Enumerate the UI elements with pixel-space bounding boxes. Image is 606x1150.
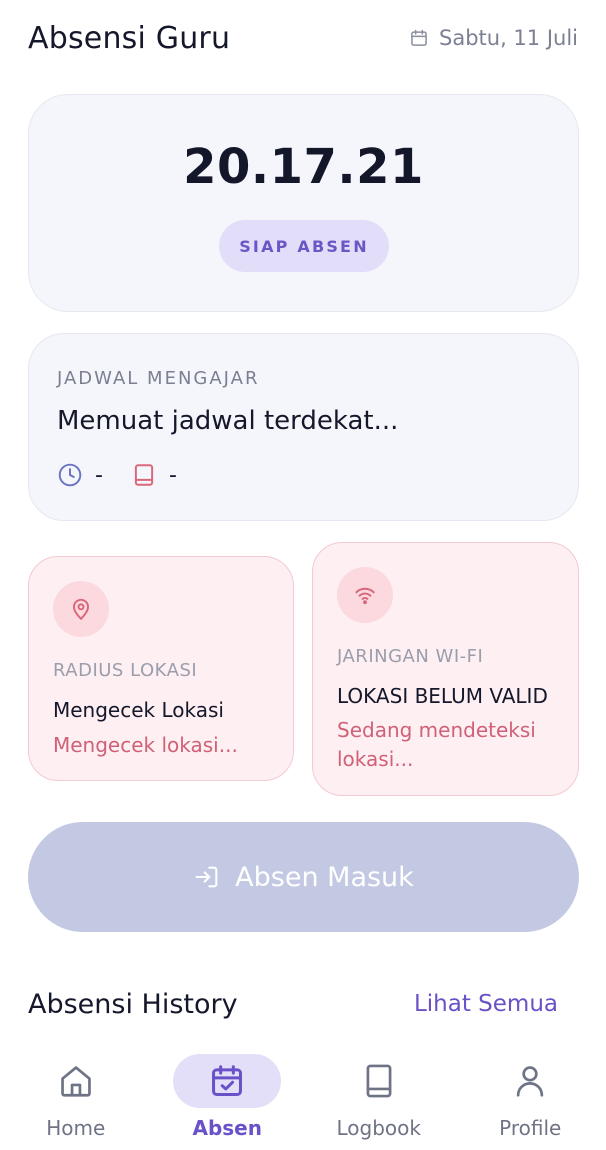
nav-label-profile: Profile	[499, 1116, 562, 1140]
status-badge: SIAP ABSEN	[219, 220, 389, 272]
location-value: Mengecek Lokasi	[53, 698, 224, 722]
schedule-subject-value: -	[168, 462, 177, 488]
location-label: RADIUS LOKASI	[53, 660, 198, 681]
user-icon	[517, 1066, 544, 1097]
location-icon-badge	[53, 581, 109, 637]
wifi-icon	[355, 587, 375, 605]
schedule-title: Memuat jadwal terdekat...	[57, 406, 399, 436]
nav-item-logbook[interactable]: Logbook	[303, 1042, 455, 1150]
location-radius-card[interactable]: RADIUS LOKASI Mengecek Lokasi Mengecek l…	[28, 556, 294, 781]
date-text: Sabtu, 11 Juli	[439, 26, 578, 50]
bottom-navigation: Home Absen Logbook Profile	[0, 1042, 606, 1150]
nav-label-absen: Absen	[192, 1116, 262, 1140]
home-icon	[60, 1066, 91, 1097]
current-date: Sabtu, 11 Juli	[409, 26, 578, 50]
nav-item-profile[interactable]: Profile	[455, 1042, 606, 1150]
nav-item-home[interactable]: Home	[0, 1042, 152, 1150]
page-title: Absensi Guru	[28, 20, 231, 56]
wifi-network-card[interactable]: JARINGAN WI-FI LOKASI BELUM VALID Sedang…	[312, 542, 579, 796]
history-title: Absensi History	[28, 988, 238, 1020]
view-all-link[interactable]: Lihat Semua	[414, 991, 558, 1017]
calendar-icon	[411, 29, 427, 46]
clock-time: 20.17.21	[183, 139, 424, 195]
history-section-header: Absensi History Lihat Semua	[28, 982, 558, 1026]
nav-label-home: Home	[46, 1116, 106, 1140]
wifi-status: Sedang mendeteksi lokasi...	[337, 718, 536, 771]
absen-masuk-button[interactable]: Absen Masuk	[28, 822, 579, 932]
schedule-subject: -	[131, 462, 177, 488]
absen-masuk-label: Absen Masuk	[235, 861, 414, 893]
schedule-time: -	[57, 462, 103, 488]
wifi-value: LOKASI BELUM VALID	[337, 684, 548, 708]
schedule-label: JADWAL MENGAJAR	[57, 368, 260, 389]
location-status: Mengecek lokasi...	[53, 733, 238, 757]
book-icon	[366, 1064, 392, 1098]
login-icon	[195, 866, 218, 888]
wifi-label: JARINGAN WI-FI	[337, 646, 484, 667]
schedule-card[interactable]: JADWAL MENGAJAR Memuat jadwal terdekat..…	[28, 333, 579, 521]
map-pin-icon	[72, 598, 90, 621]
schedule-meta: - -	[57, 462, 205, 488]
schedule-time-value: -	[95, 462, 103, 488]
calendar-check-icon	[212, 1065, 243, 1096]
wifi-icon-badge	[337, 567, 393, 623]
clock-card: 20.17.21 SIAP ABSEN	[28, 94, 579, 312]
clock-icon	[58, 463, 82, 487]
nav-item-absen[interactable]: Absen	[152, 1042, 304, 1150]
book-icon	[134, 464, 154, 486]
app-header: Absensi Guru Sabtu, 11 Juli	[28, 18, 578, 58]
nav-label-logbook: Logbook	[336, 1116, 421, 1140]
